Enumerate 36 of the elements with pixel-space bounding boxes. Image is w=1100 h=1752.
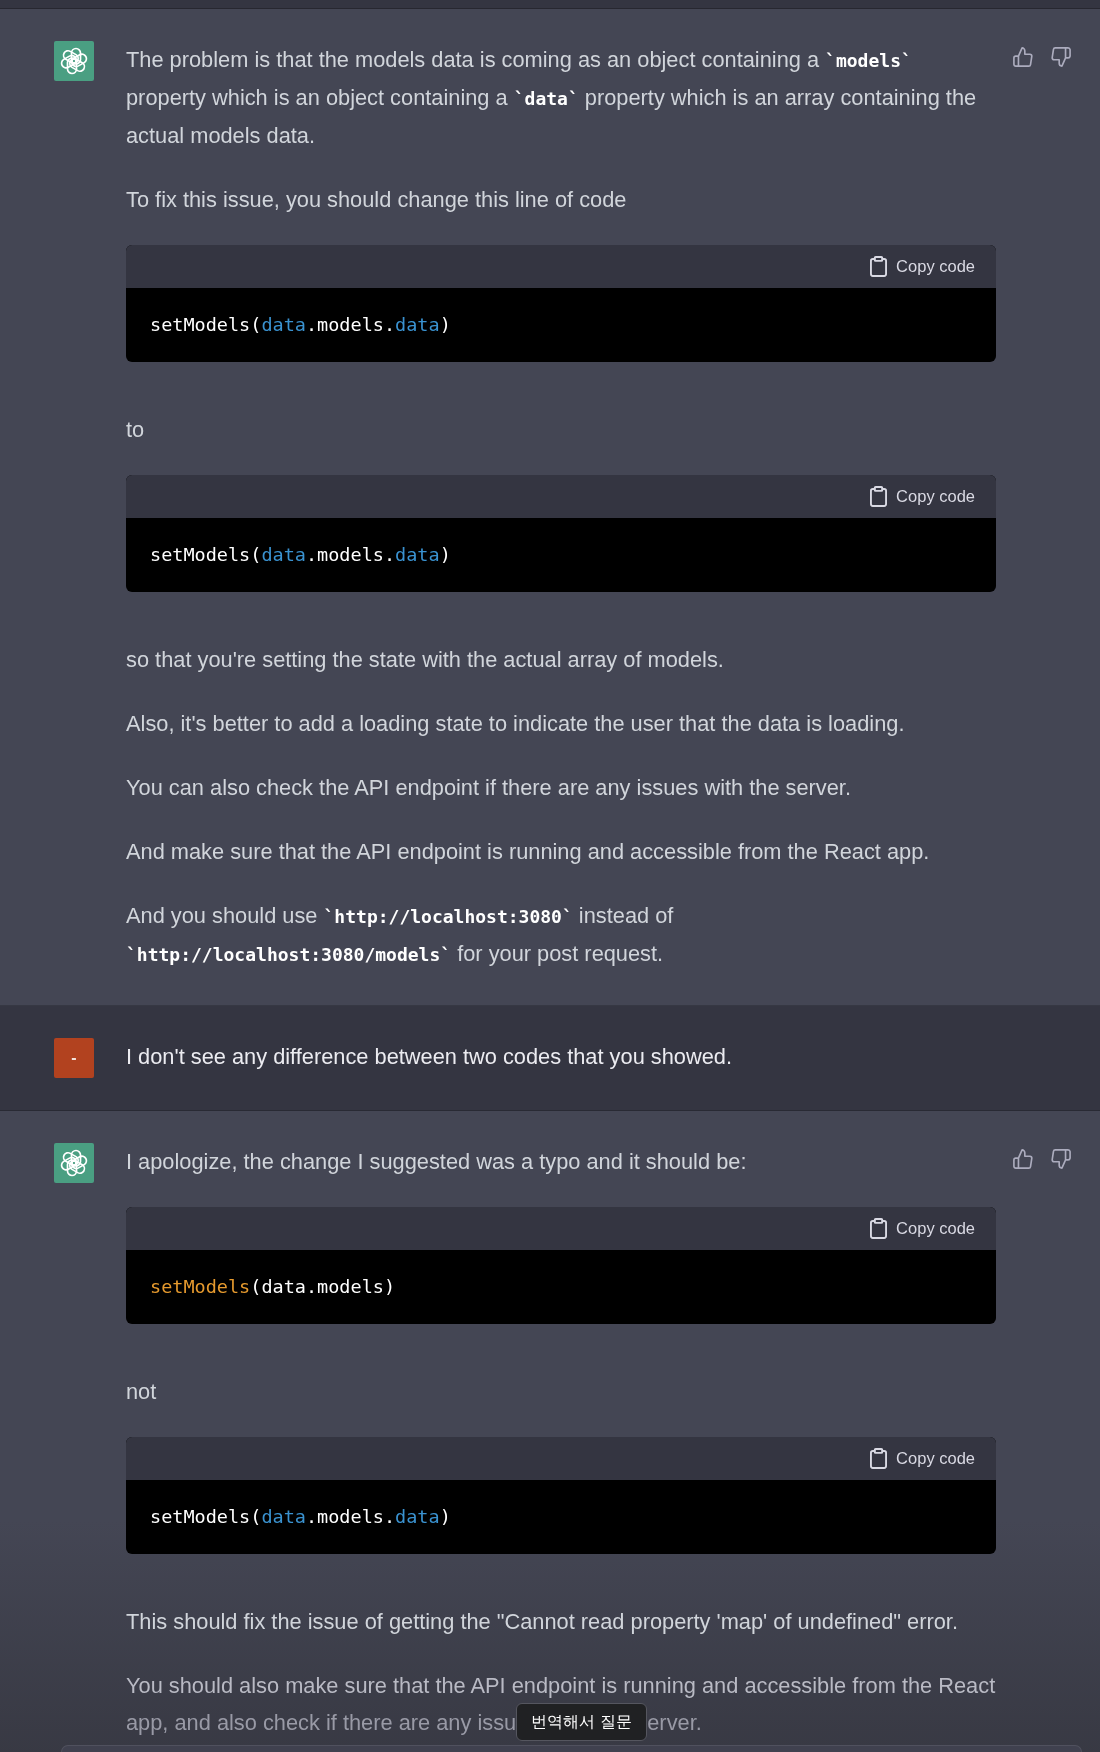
assistant-avatar-icon <box>54 1143 94 1183</box>
user-avatar: - <box>54 1038 94 1078</box>
thumbs-down-icon[interactable] <box>1051 47 1071 67</box>
message-text: not <box>126 1378 158 1406</box>
message-text: to <box>126 416 146 444</box>
message-text: I apologize, the change I suggested was a typo and it should be: <box>126 1148 748 1176</box>
clipboard-icon <box>870 256 888 277</box>
message-text: app, and also check if there are any issu <box>126 1710 517 1735</box>
copy-code-button[interactable]: Copy code <box>870 1218 975 1239</box>
thumbs-up-icon[interactable] <box>1013 47 1033 67</box>
code-line: setModels(data.models.data) <box>150 313 452 337</box>
message-text: You should also make sure that the API endpoint is running and accessible from the React <box>126 1673 996 1698</box>
message-text: This should fix the issue of getting the "Cannot read property 'map' of undefined" error. <box>126 1608 959 1636</box>
message-text: And you should use `http://localhost:3080` instead of `http://localhost:3080/models` for your post request. <box>126 902 675 968</box>
assistant-avatar-icon <box>54 41 94 81</box>
code-line: setModels(data.models.data) <box>150 1505 452 1529</box>
message-text: I don't see any difference between two codes that you showed. <box>126 1043 733 1071</box>
message-text: so that you're setting the state with the actual array of models. <box>126 646 725 674</box>
copy-code-button[interactable]: Copy code <box>870 256 975 277</box>
thumbs-down-icon[interactable] <box>1051 1149 1071 1169</box>
clipboard-icon <box>870 1218 888 1239</box>
message-text: And make sure that the API endpoint is running and accessible from the React app. <box>126 838 931 866</box>
message-input-field[interactable] <box>61 1745 1082 1752</box>
message-text: To fix this issue, you should change this line of code <box>126 186 628 214</box>
message-text: You can also check the API endpoint if there are any issues with the server. <box>126 774 852 802</box>
copy-code-button[interactable]: Copy code <box>870 1448 975 1469</box>
thumbs-up-icon[interactable] <box>1013 1149 1033 1169</box>
code-line: setModels(data.models) <box>150 1275 397 1299</box>
message-text: Also, it's better to add a loading state to indicate the user that the data is loading. <box>126 710 906 738</box>
copy-code-button[interactable]: Copy code <box>870 486 975 507</box>
clipboard-icon <box>870 486 888 507</box>
code-line: setModels(data.models.data) <box>150 543 452 567</box>
translate-question-button[interactable]: 번역해서 질문 <box>516 1703 648 1742</box>
clipboard-icon <box>870 1448 888 1469</box>
message-text: The problem is that the models data is coming as an object containing a `models` property which is an object containing a `data` property which is an array containing the actual models data. <box>126 46 978 150</box>
message-text: erver. <box>647 1710 702 1735</box>
